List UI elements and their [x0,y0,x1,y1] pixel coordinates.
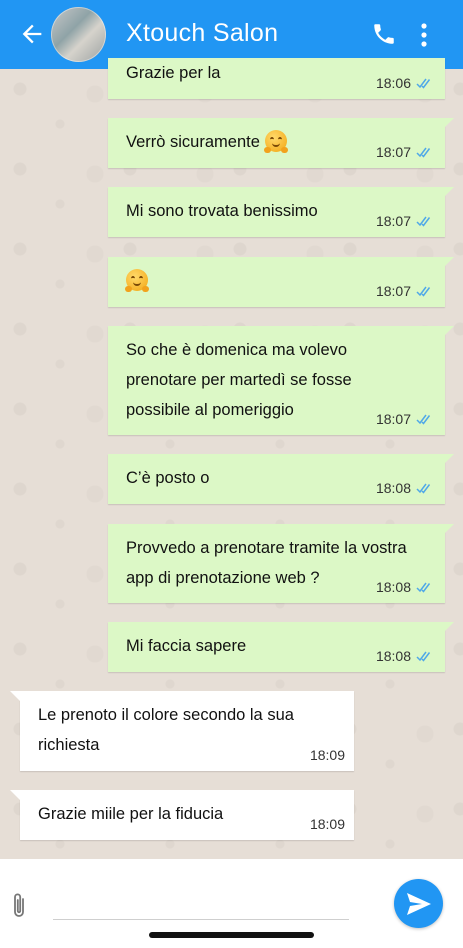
message-time: 18:08 [375,648,411,664]
hugging-face-emoji-icon [263,130,288,153]
message-line: Le prenoto il colore secondo la sua [38,706,294,724]
read-ticks-icon [416,414,431,425]
read-ticks-icon [416,78,431,89]
arrow-left-icon[interactable] [18,20,46,48]
more-vertical-icon[interactable] [417,22,431,48]
message-time: 18:07 [375,144,411,160]
message-text: Grazie miile per la fiducia [38,805,224,823]
message-meta: 18:07 [376,283,434,299]
send-button[interactable] [394,879,443,928]
message-text: Le prenoto il colore secondo la sua rich… [38,691,336,760]
read-ticks-icon [416,286,431,297]
message-bubble-outgoing[interactable]: Mi faccia sapere 18:08 [108,622,454,672]
message-time: 18:09 [309,816,345,832]
message-bubble-outgoing[interactable]: Verrò sicuramente 18:07 [108,118,454,168]
read-ticks-icon [416,147,431,158]
read-ticks-icon [416,651,431,662]
read-ticks-icon [416,216,431,227]
send-icon [407,893,431,915]
message-time: 18:08 [375,579,411,595]
message-bubble-outgoing[interactable]: Grazie per la 18:06 [108,58,445,99]
message-bubble-outgoing[interactable]: Mi sono trovata benissimo 18:07 [108,187,454,237]
contact-name[interactable]: Xtouch Salon [126,19,278,48]
home-indicator [149,932,314,938]
avatar[interactable] [51,7,106,62]
message-input[interactable] [53,877,349,920]
message-meta: 18:08 [376,480,434,496]
read-ticks-icon [416,582,431,593]
message-line: richiesta [38,736,100,754]
message-text-content: Verrò sicuramente [126,133,260,151]
phone-icon[interactable] [371,21,397,47]
message-line: prenotare per martedì se fosse [126,371,352,389]
message-bubble-incoming[interactable]: Grazie miile per la fiducia 18:09 [10,790,354,840]
message-time: 18:09 [309,747,345,763]
message-meta: 18:07 [376,411,434,427]
hugging-face-emoji-icon [125,269,149,292]
message-line: So che è domenica ma volevo [126,341,348,359]
message-meta: 18:08 [376,579,434,595]
read-ticks-icon [416,483,431,494]
message-line: Provvedo a prenotare tramite la vostra [126,539,407,557]
message-time: 18:06 [375,75,411,91]
message-bubble-outgoing[interactable]: So che è domenica ma volevo prenotare pe… [108,326,454,435]
paperclip-icon[interactable] [8,891,30,921]
message-meta: 18:07 [376,144,434,160]
message-bubble-incoming[interactable]: Le prenoto il colore secondo la sua rich… [10,691,354,771]
message-meta: 18:07 [376,213,434,229]
message-meta: 18:06 [376,75,434,91]
message-bubble-outgoing[interactable]: Provvedo a prenotare tramite la vostra a… [108,524,454,603]
message-time: 18:07 [375,411,411,427]
message-time: 18:08 [375,480,411,496]
message-time: 18:07 [375,283,411,299]
message-bubble-outgoing[interactable]: 18:07 [108,257,454,307]
message-meta: 18:09 [310,816,345,832]
message-time: 18:07 [375,213,411,229]
message-meta: 18:08 [376,648,434,664]
message-meta: 18:09 [310,747,345,763]
message-bubble-outgoing[interactable]: C’è posto o 18:08 [108,454,454,504]
